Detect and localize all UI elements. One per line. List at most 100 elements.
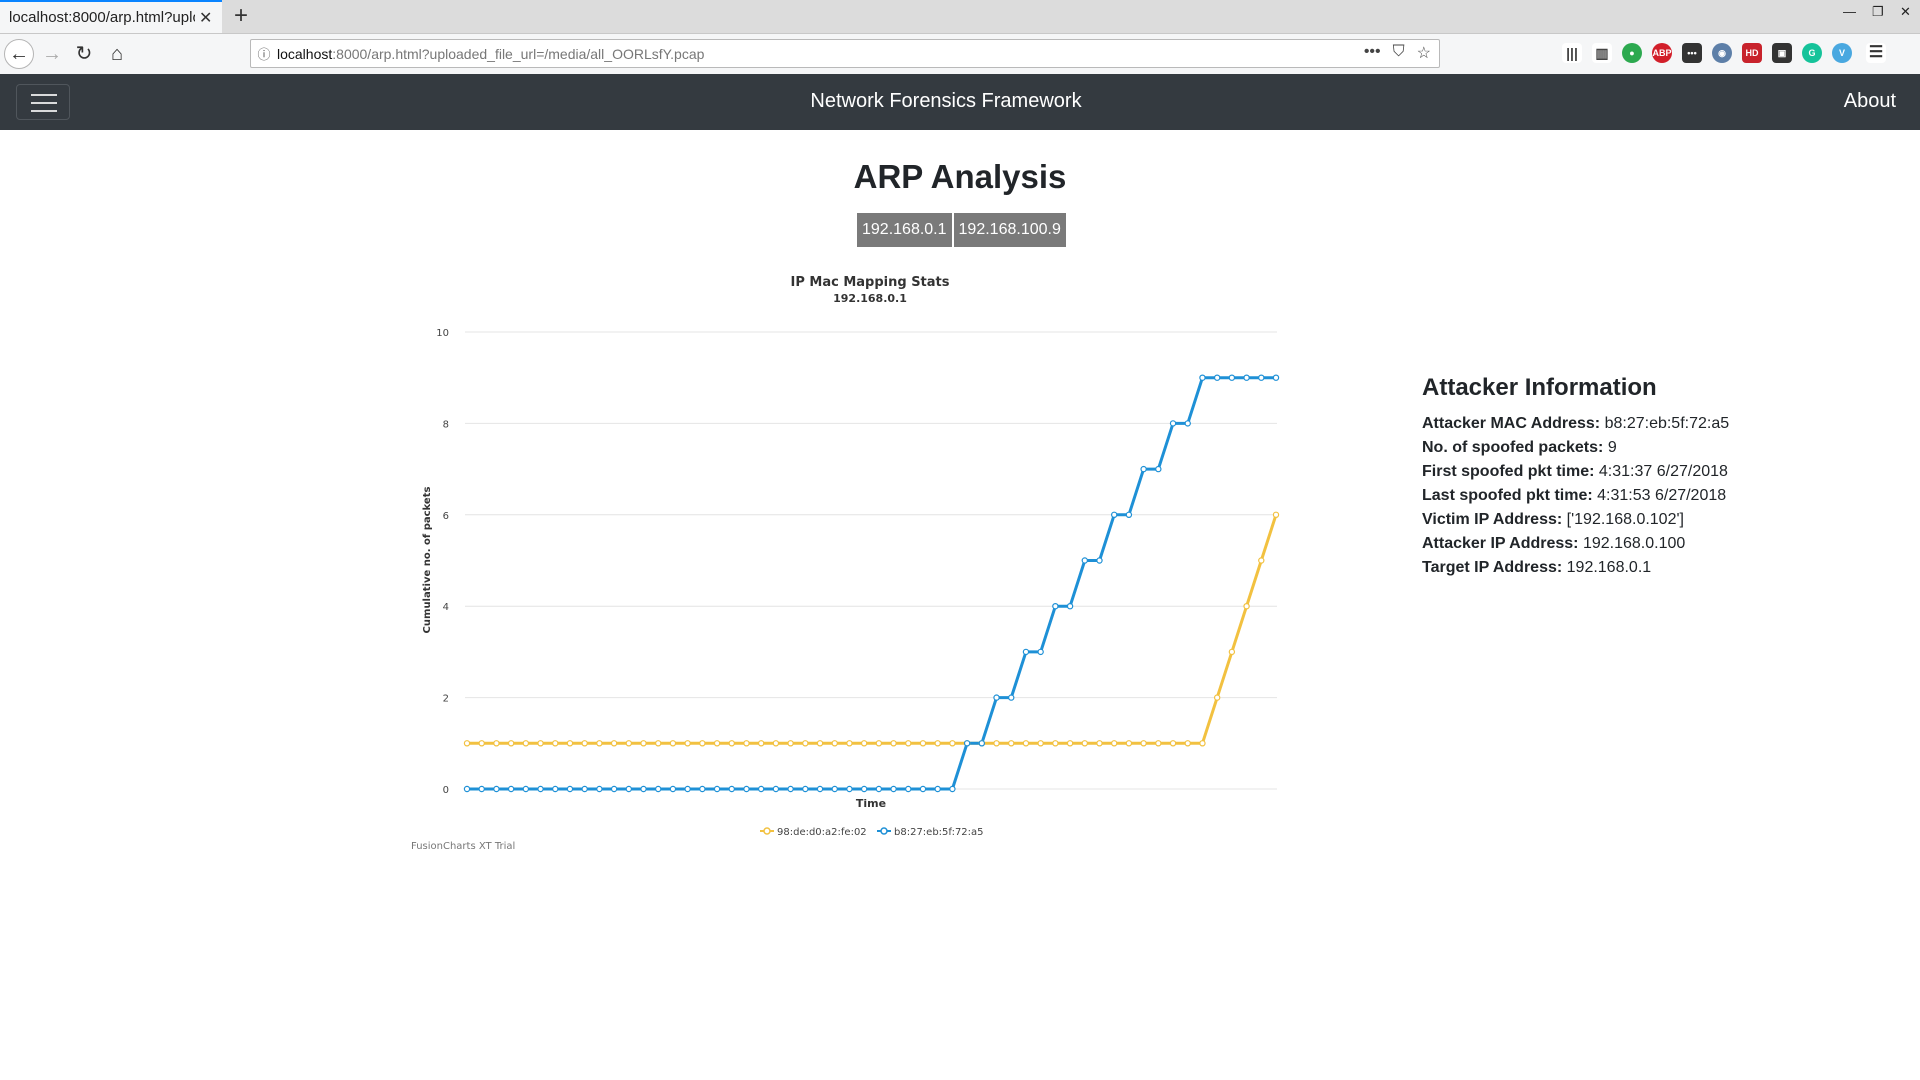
data-point bbox=[1169, 420, 1177, 427]
data-point bbox=[699, 740, 706, 747]
series-line bbox=[467, 376, 1276, 791]
data-point bbox=[905, 740, 912, 747]
data-point bbox=[1155, 740, 1162, 747]
data-point bbox=[1008, 694, 1015, 701]
data-point bbox=[625, 785, 633, 793]
data-point bbox=[1110, 511, 1118, 519]
chart-title: IP Mac Mapping Stats bbox=[791, 275, 950, 290]
data-point bbox=[860, 740, 868, 747]
info-row-last-time: Last spoofed pkt time: 4:31:53 6/27/2018 bbox=[1422, 484, 1729, 508]
data-point bbox=[655, 740, 662, 747]
data-point bbox=[919, 785, 927, 793]
data-point bbox=[537, 785, 544, 793]
data-point bbox=[1199, 740, 1206, 747]
data-point bbox=[1037, 648, 1044, 656]
data-point bbox=[846, 785, 853, 793]
data-point bbox=[1140, 465, 1147, 473]
info-row-target-ip: Target IP Address: 192.168.0.1 bbox=[1422, 556, 1729, 580]
info-value: 192.168.0.1 bbox=[1566, 559, 1652, 576]
info-value: b8:27:eb:5f:72:a5 bbox=[1604, 415, 1730, 432]
data-point bbox=[1272, 511, 1280, 519]
data-point bbox=[831, 740, 838, 747]
data-point bbox=[596, 785, 603, 793]
series-line bbox=[467, 514, 1278, 745]
data-point bbox=[1213, 694, 1221, 701]
data-point bbox=[875, 785, 883, 793]
data-point bbox=[1081, 740, 1088, 747]
data-point bbox=[1258, 557, 1265, 564]
data-point bbox=[581, 740, 588, 747]
data-point bbox=[552, 785, 559, 793]
data-point bbox=[537, 740, 544, 747]
data-point bbox=[993, 740, 1000, 747]
data-point bbox=[1243, 603, 1250, 610]
data-point bbox=[949, 740, 956, 747]
data-point bbox=[493, 740, 500, 747]
data-point bbox=[581, 785, 588, 793]
data-point bbox=[552, 740, 559, 747]
legend-marker bbox=[880, 827, 888, 835]
data-point bbox=[640, 785, 647, 793]
data-point bbox=[1125, 740, 1133, 747]
legend-label: b8:27:eb:5f:72:a5 bbox=[894, 827, 984, 838]
data-point bbox=[1110, 740, 1118, 747]
data-point bbox=[669, 785, 677, 793]
data-point bbox=[596, 740, 603, 747]
info-value: 192.168.0.100 bbox=[1582, 535, 1686, 552]
info-value: 4:31:37 6/27/2018 bbox=[1598, 463, 1728, 480]
data-point bbox=[684, 740, 691, 747]
data-point bbox=[816, 785, 824, 793]
data-point bbox=[1037, 740, 1044, 747]
data-point bbox=[993, 694, 1000, 701]
data-point bbox=[1096, 740, 1103, 747]
info-label: Attacker IP Address: bbox=[1422, 535, 1579, 552]
data-point bbox=[890, 740, 897, 747]
info-label: Target IP Address: bbox=[1422, 559, 1563, 576]
data-point bbox=[757, 740, 765, 747]
data-point bbox=[463, 785, 471, 793]
data-point bbox=[1125, 511, 1133, 519]
info-value: 9 bbox=[1607, 439, 1617, 456]
data-point bbox=[1140, 740, 1147, 747]
data-point bbox=[1228, 648, 1236, 656]
data-point bbox=[1022, 740, 1030, 747]
data-point bbox=[934, 740, 941, 747]
data-point bbox=[1008, 740, 1015, 747]
data-point bbox=[978, 740, 986, 747]
data-point bbox=[1258, 374, 1265, 381]
info-row-victim-ip: Victim IP Address: ['192.168.0.102'] bbox=[1422, 508, 1729, 532]
data-point bbox=[566, 785, 574, 793]
data-point bbox=[1243, 374, 1250, 381]
x-axis-label: Time bbox=[856, 797, 886, 810]
data-point bbox=[1052, 740, 1059, 747]
data-point bbox=[493, 785, 500, 793]
data-point bbox=[478, 785, 485, 793]
info-label: Last spoofed pkt time: bbox=[1422, 487, 1593, 504]
data-point bbox=[684, 785, 691, 793]
data-point bbox=[860, 785, 868, 793]
data-point bbox=[846, 740, 853, 747]
attacker-info-panel: Attacker Information Attacker MAC Addres… bbox=[1422, 374, 1729, 580]
data-point bbox=[566, 740, 574, 747]
data-point bbox=[522, 785, 530, 793]
info-label: Attacker MAC Address: bbox=[1422, 415, 1601, 432]
data-point bbox=[772, 740, 780, 747]
info-row-mac: Attacker MAC Address: b8:27:eb:5f:72:a5 bbox=[1422, 412, 1729, 436]
info-label: No. of spoofed packets: bbox=[1422, 439, 1604, 456]
y-tick-label: 8 bbox=[443, 419, 449, 430]
data-point bbox=[1184, 740, 1191, 747]
y-tick-label: 0 bbox=[443, 785, 449, 796]
legend-marker bbox=[763, 827, 771, 835]
y-tick-label: 6 bbox=[443, 511, 449, 522]
data-point bbox=[1081, 557, 1088, 564]
data-point bbox=[831, 785, 838, 793]
data-point bbox=[875, 740, 883, 747]
data-point bbox=[1169, 740, 1177, 747]
data-point bbox=[463, 740, 471, 747]
data-point bbox=[610, 740, 618, 747]
data-point bbox=[787, 785, 794, 793]
attacker-info-heading: Attacker Information bbox=[1422, 374, 1657, 401]
data-point bbox=[963, 740, 971, 747]
data-point bbox=[669, 740, 677, 747]
data-point bbox=[713, 785, 721, 793]
